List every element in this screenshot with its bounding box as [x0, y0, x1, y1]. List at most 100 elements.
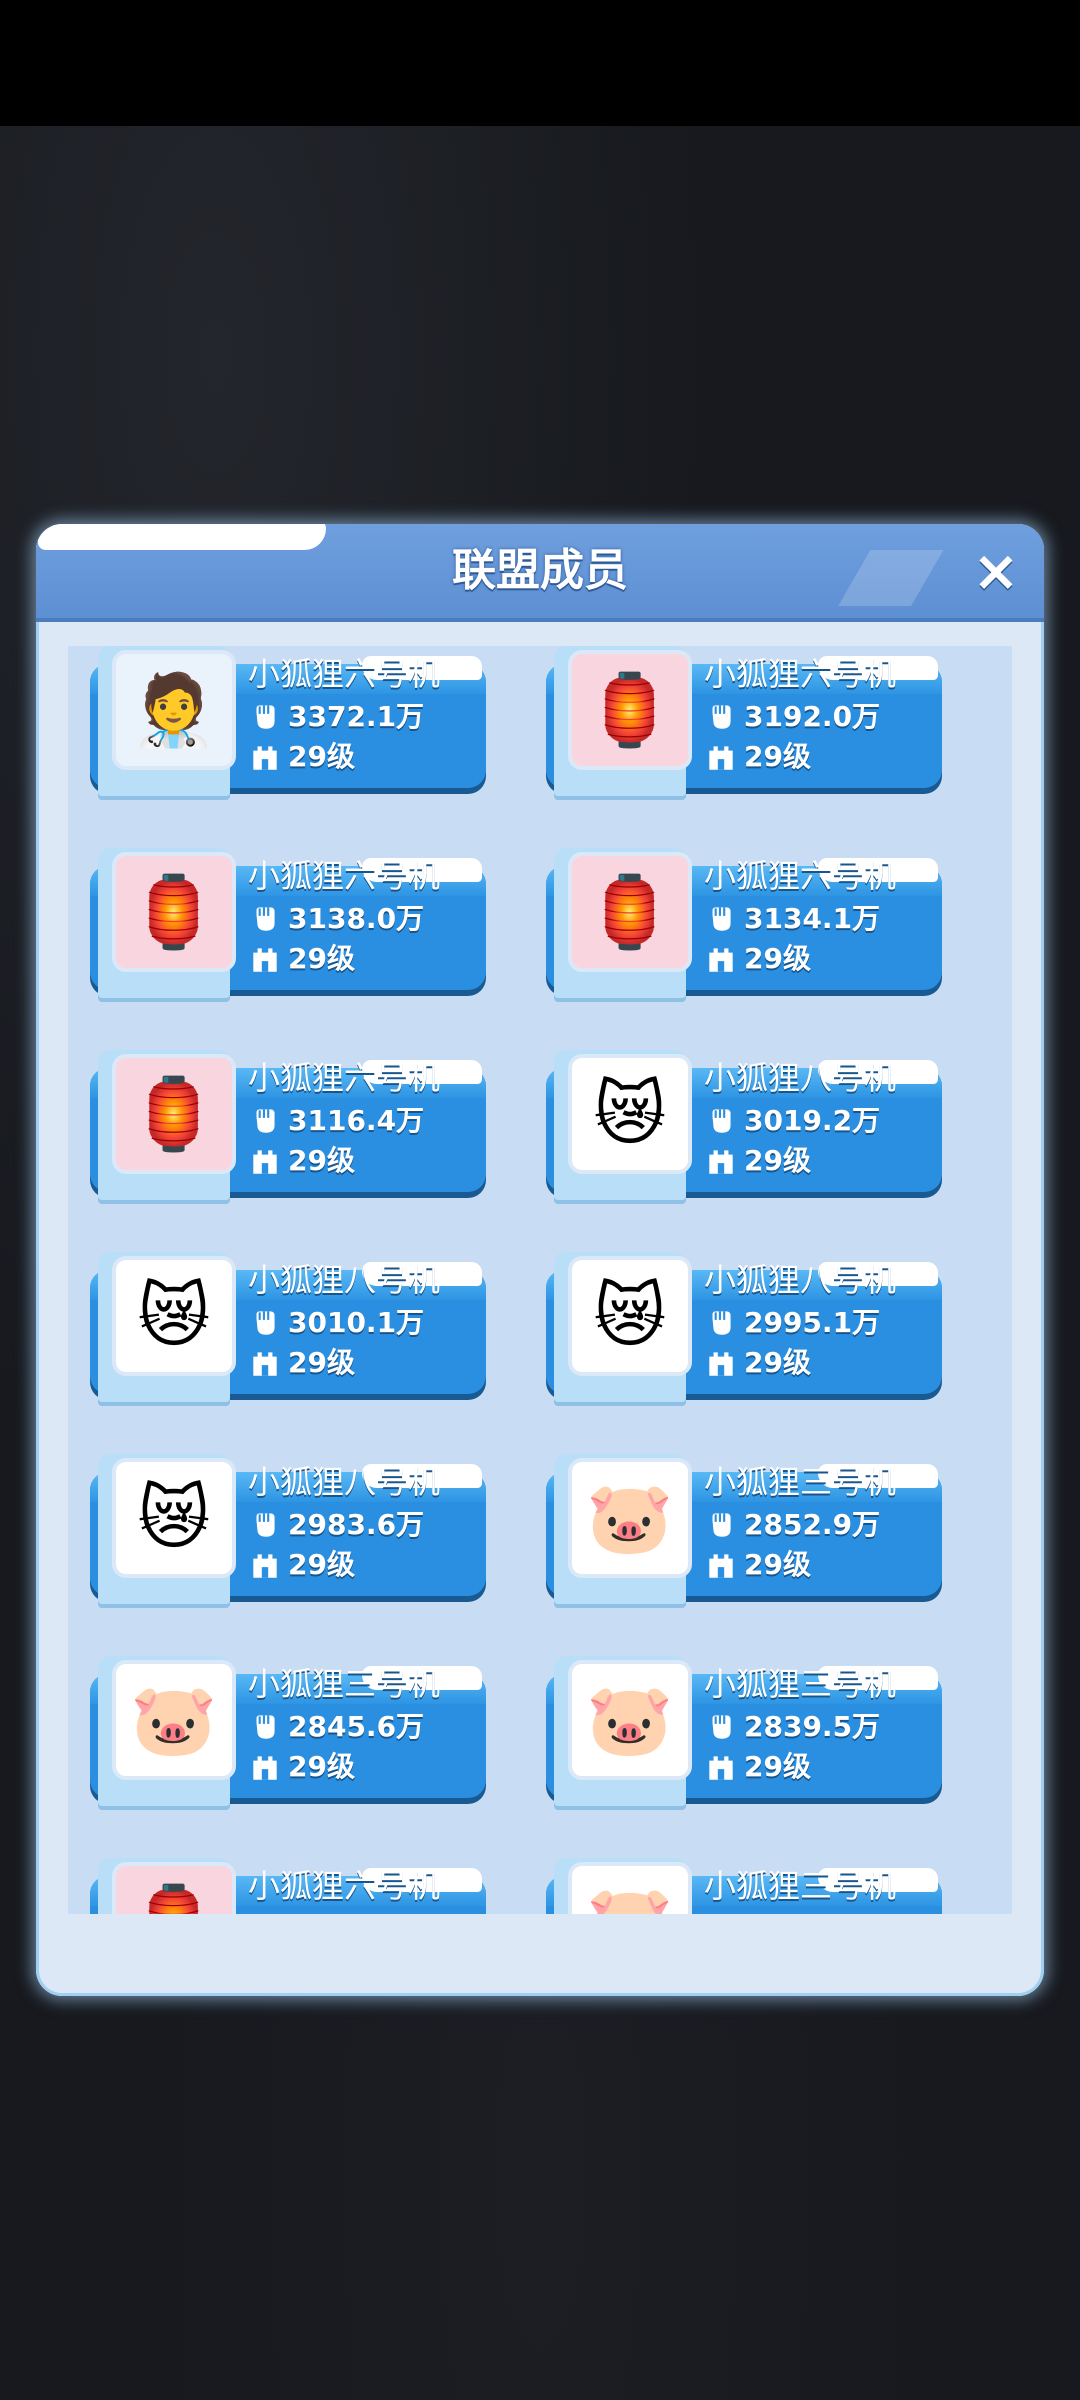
- power-value: 3116.4万: [288, 1104, 425, 1137]
- member-name: 小狐狸六号机: [704, 655, 897, 693]
- level-row: 29级: [248, 1746, 478, 1786]
- member-name: 小狐狸三号机: [704, 1463, 897, 1501]
- blushing-pig-icon: 🐷: [130, 1679, 218, 1761]
- avatar[interactable]: 🐷: [568, 1862, 692, 1914]
- member-card[interactable]: 🏮 小狐狸六号机: [88, 1858, 488, 1914]
- fist-icon: [248, 1710, 282, 1744]
- power-value: 2995.1万: [744, 1306, 881, 1339]
- power-value: 3372.1万: [288, 700, 425, 733]
- member-card[interactable]: 😿 小狐狸八号机 2995.1万 29级: [544, 1252, 944, 1402]
- member-card[interactable]: 🐷 小狐狸三号机 2852.9万 29级: [544, 1454, 944, 1604]
- castle-icon: [248, 1346, 282, 1380]
- fist-icon: [248, 902, 282, 936]
- member-name: 小狐狸三号机: [248, 1665, 441, 1703]
- member-card[interactable]: 🏮 小狐狸六号机 3134.1万 29级: [544, 848, 944, 998]
- avatar[interactable]: 😿: [112, 1458, 236, 1578]
- avatar[interactable]: 🏮: [112, 1054, 236, 1174]
- avatar-panel: 🐷: [98, 1656, 236, 1806]
- avatar-panel: 🐷: [554, 1858, 692, 1914]
- power-row: 3116.4万: [248, 1100, 478, 1140]
- member-card[interactable]: 😿 小狐狸八号机 3019.2万 29级: [544, 1050, 944, 1200]
- fist-icon: [704, 1306, 738, 1340]
- power-row: 2995.1万: [704, 1302, 934, 1342]
- newyear-lantern-icon: 🏮: [130, 1073, 218, 1155]
- crying-cat-icon: 😿: [137, 1275, 211, 1357]
- member-card[interactable]: 🏮 小狐狸六号机 3116.4万 29级: [88, 1050, 488, 1200]
- power-row: 3010.1万: [248, 1302, 478, 1342]
- member-name: 小狐狸三号机: [704, 1665, 897, 1703]
- member-card[interactable]: 😿 小狐狸八号机 3010.1万 29级: [88, 1252, 488, 1402]
- avatar[interactable]: 🐷: [112, 1660, 236, 1780]
- avatar[interactable]: 🏮: [112, 1862, 236, 1914]
- member-card[interactable]: 🐷 小狐狸三号机: [544, 1858, 944, 1914]
- avatar-panel: 🏮: [554, 848, 692, 998]
- power-row: 2845.6万: [248, 1706, 478, 1746]
- member-name: 小狐狸八号机: [704, 1261, 897, 1299]
- avatar[interactable]: 🏮: [568, 650, 692, 770]
- avatar[interactable]: 🧑‍⚕️: [112, 650, 236, 770]
- power-value: 2852.9万: [744, 1508, 881, 1541]
- power-value: 3138.0万: [288, 902, 425, 935]
- power-row: 3372.1万: [248, 696, 478, 736]
- avatar[interactable]: 😿: [568, 1256, 692, 1376]
- member-name: 小狐狸六号机: [248, 1867, 441, 1905]
- doctor-ghost-icon: 🧑‍⚕️: [130, 669, 218, 751]
- blushing-pig-icon: 🐷: [586, 1477, 674, 1559]
- crying-cat-icon: 😿: [137, 1477, 211, 1559]
- fist-icon: [248, 700, 282, 734]
- level-row: 29级: [704, 1746, 934, 1786]
- level-row: 29级: [704, 736, 934, 776]
- power-value: 2845.6万: [288, 1710, 425, 1743]
- avatar[interactable]: 🐷: [568, 1458, 692, 1578]
- close-icon[interactable]: ×: [966, 542, 1026, 602]
- avatar[interactable]: 🏮: [112, 852, 236, 972]
- avatar-panel: 🏮: [554, 646, 692, 796]
- member-card[interactable]: 🐷 小狐狸三号机 2845.6万 29级: [88, 1656, 488, 1806]
- fist-icon: [704, 902, 738, 936]
- fist-icon: [704, 1508, 738, 1542]
- power-row: 3138.0万: [248, 898, 478, 938]
- avatar[interactable]: 🐷: [568, 1660, 692, 1780]
- avatar-panel: 😿: [554, 1050, 692, 1200]
- avatar-panel: 😿: [98, 1454, 236, 1604]
- member-card[interactable]: 🧑‍⚕️ 小狐狸六号机 3372.1万 29级: [88, 646, 488, 796]
- member-card[interactable]: 🏮 小狐狸六号机 3192.0万 29级: [544, 646, 944, 796]
- castle-icon: [704, 1346, 738, 1380]
- level-value: 29级: [744, 1750, 811, 1783]
- level-value: 29级: [744, 942, 811, 975]
- level-value: 29级: [744, 1548, 811, 1581]
- level-row: 29级: [248, 1544, 478, 1584]
- level-row: 29级: [248, 938, 478, 978]
- level-value: 29级: [288, 740, 355, 773]
- level-value: 29级: [288, 942, 355, 975]
- castle-icon: [704, 1750, 738, 1784]
- member-card[interactable]: 🏮 小狐狸六号机 3138.0万 29级: [88, 848, 488, 998]
- power-value: 2839.5万: [744, 1710, 881, 1743]
- avatar-panel: 😿: [554, 1252, 692, 1402]
- avatar[interactable]: 😿: [112, 1256, 236, 1376]
- castle-icon: [248, 942, 282, 976]
- dialog-header: 联盟成员 ×: [36, 524, 1044, 622]
- member-card[interactable]: 😿 小狐狸八号机 2983.6万 29级: [88, 1454, 488, 1604]
- member-list[interactable]: 🧑‍⚕️ 小狐狸六号机 3372.1万 29级 🏮 小狐狸六号机 3192.0万 29级 🏮 小狐…: [68, 646, 1012, 1914]
- avatar-panel: 🧑‍⚕️: [98, 646, 236, 796]
- avatar-panel: 🏮: [98, 1050, 236, 1200]
- member-card[interactable]: 🐷 小狐狸三号机 2839.5万 29级: [544, 1656, 944, 1806]
- power-row: 3019.2万: [704, 1100, 934, 1140]
- fist-icon: [248, 1306, 282, 1340]
- member-name: 小狐狸六号机: [248, 857, 441, 895]
- castle-icon: [248, 1548, 282, 1582]
- member-name: 小狐狸六号机: [704, 857, 897, 895]
- level-value: 29级: [288, 1750, 355, 1783]
- level-row: 29级: [704, 1544, 934, 1584]
- status-bar: [0, 0, 1080, 126]
- fist-icon: [704, 700, 738, 734]
- level-row: 29级: [248, 1140, 478, 1180]
- member-name: 小狐狸八号机: [248, 1463, 441, 1501]
- avatar[interactable]: 😿: [568, 1054, 692, 1174]
- power-row: 2839.5万: [704, 1706, 934, 1746]
- avatar[interactable]: 🏮: [568, 852, 692, 972]
- power-value: 3010.1万: [288, 1306, 425, 1339]
- alliance-members-dialog: 联盟成员 × 🧑‍⚕️ 小狐狸六号机 3372.1万 29级 🏮 小狐狸六号机 3192.0…: [36, 524, 1044, 1996]
- newyear-lantern-icon: 🏮: [586, 871, 674, 953]
